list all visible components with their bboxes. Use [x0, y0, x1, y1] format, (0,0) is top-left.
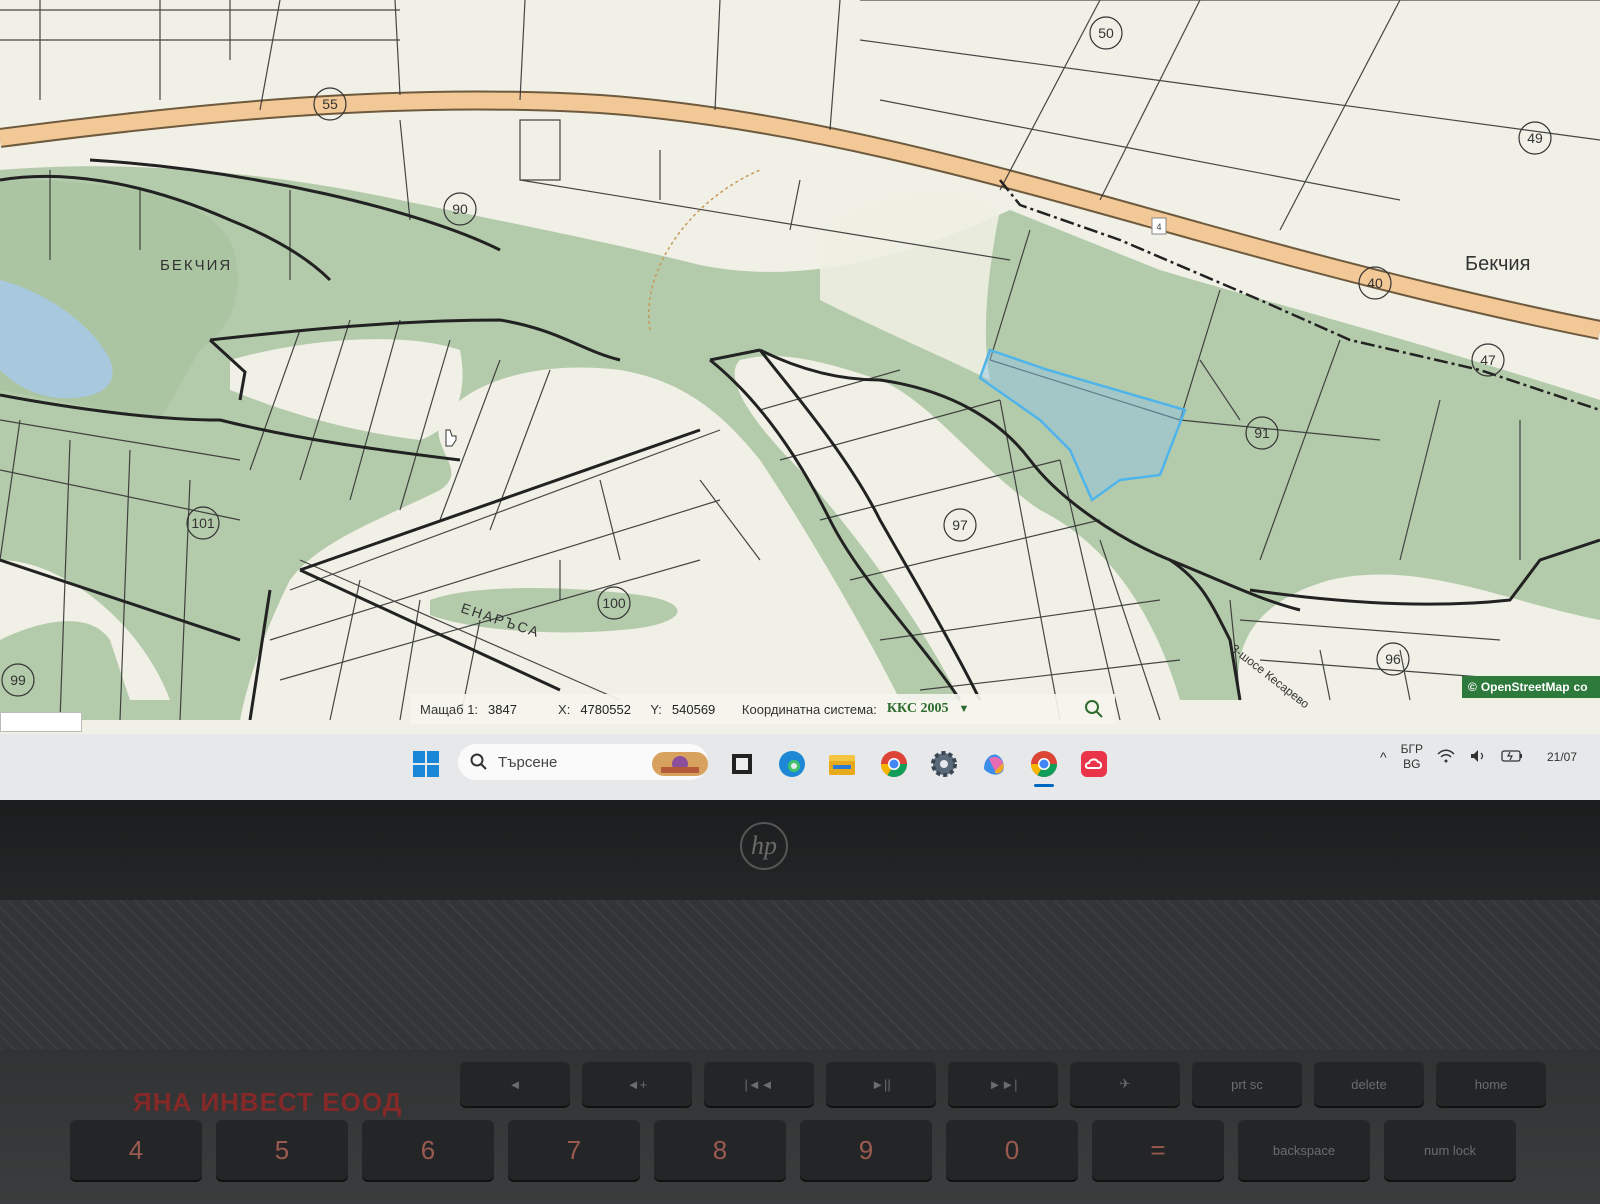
left-input-field[interactable] — [0, 712, 82, 732]
function-key[interactable]: prt sc — [1192, 1062, 1302, 1106]
clock-date[interactable]: 21/07 — [1547, 750, 1577, 764]
copyright-icon: © — [1468, 680, 1477, 694]
map-status-bar: Мащаб 1: 3847 X: 4780552 Y: 540569 Коорд… — [410, 694, 1115, 724]
keyboard: ◄ ◄+ |◄◄ ►|| ►►| ✈ prt sc delete home 4 5 6 7 8 9 0 = bac… — [0, 1060, 1600, 1204]
volume-icon[interactable] — [1469, 749, 1487, 766]
x-coord-label: X: — [558, 701, 571, 717]
svg-text:97: 97 — [952, 517, 968, 533]
number-key[interactable]: 9 — [800, 1120, 932, 1180]
number-key[interactable]: num lock — [1384, 1120, 1516, 1180]
svg-text:91: 91 — [1254, 425, 1270, 441]
search-icon[interactable] — [1083, 698, 1105, 720]
function-key[interactable]: ✈ — [1070, 1062, 1180, 1106]
svg-text:4: 4 — [1156, 222, 1161, 232]
scale-label: Мащаб 1: — [420, 701, 479, 717]
copilot-icon[interactable] — [978, 748, 1010, 780]
function-key[interactable]: |◄◄ — [704, 1062, 814, 1106]
y-coord-label: Y: — [650, 701, 662, 717]
map-label-bekchia-left: БЕКЧИЯ — [160, 257, 232, 274]
keyboard-layout-label: BG — [1403, 757, 1421, 771]
active-app-indicator — [1034, 784, 1054, 787]
osm-attribution[interactable]: © OpenStreetMap co — [1462, 676, 1600, 698]
creative-cloud-icon[interactable] — [1078, 748, 1110, 780]
file-explorer-icon[interactable] — [826, 748, 858, 780]
number-key[interactable]: 6 — [362, 1120, 494, 1180]
number-key[interactable]: 8 — [654, 1120, 786, 1180]
system-tray: ^ БГР BG 21/07 — [1380, 742, 1577, 772]
task-view-icon[interactable] — [726, 748, 758, 780]
osm-attribution-text: OpenStreetMap — [1480, 680, 1570, 694]
function-key[interactable]: home — [1436, 1062, 1546, 1106]
number-key[interactable]: 5 — [216, 1120, 348, 1180]
hp-logo: hp — [740, 822, 788, 870]
y-coord-value: 540569 — [671, 701, 716, 717]
number-key[interactable]: 0 — [946, 1120, 1078, 1180]
speaker-grille — [0, 900, 1600, 1050]
number-key[interactable]: 7 — [508, 1120, 640, 1180]
map-label-bekchia-right: Бекчия — [1465, 253, 1530, 275]
function-key[interactable]: ►►| — [948, 1062, 1058, 1106]
number-key[interactable]: backspace — [1238, 1120, 1370, 1180]
cadastral-map[interactable]: 4 БЕКЧИЯ Бекчия ЕНАРЪСА 3-шосе Кесарево … — [0, 0, 1600, 720]
number-key[interactable]: = — [1092, 1120, 1224, 1180]
function-key[interactable]: delete — [1314, 1062, 1424, 1106]
chrome-icon[interactable] — [878, 748, 910, 780]
taskbar-search-placeholder: Търсене — [498, 753, 558, 771]
chrome-active-icon[interactable] — [1028, 748, 1060, 780]
chevron-down-icon[interactable]: ▼ — [958, 703, 969, 715]
svg-text:55: 55 — [322, 96, 338, 112]
svg-text:47: 47 — [1480, 352, 1496, 368]
svg-text:99: 99 — [10, 672, 26, 688]
language-label: БГР — [1400, 742, 1423, 756]
svg-text:90: 90 — [452, 201, 468, 217]
svg-text:100: 100 — [602, 595, 626, 611]
crs-label: Координатна система: — [741, 701, 877, 717]
language-switcher[interactable]: БГР BG — [1401, 742, 1423, 772]
windows-start-icon[interactable] — [410, 748, 442, 780]
search-highlight-icon[interactable] — [650, 748, 710, 780]
osm-attribution-suffix: co — [1573, 680, 1588, 694]
screen: 4 БЕКЧИЯ Бекчия ЕНАРЪСА 3-шосе Кесарево … — [0, 0, 1600, 800]
svg-text:96: 96 — [1385, 651, 1401, 667]
svg-text:49: 49 — [1527, 130, 1543, 146]
wifi-icon[interactable] — [1437, 749, 1455, 766]
svg-text:40: 40 — [1367, 275, 1383, 291]
edge-browser-icon[interactable] — [776, 748, 808, 780]
scale-value: 3847 — [488, 701, 517, 717]
watermark-text: ЯНА ИНВЕСТ ЕООД — [133, 1087, 403, 1117]
taskbar: Търсене ^ БГР BG 21/07 — [0, 734, 1600, 800]
svg-text:101: 101 — [191, 515, 215, 531]
chevron-up-icon[interactable]: ^ — [1380, 749, 1387, 765]
search-icon — [470, 753, 487, 770]
function-key[interactable]: ►|| — [826, 1062, 936, 1106]
number-key[interactable]: 4 — [70, 1120, 202, 1180]
battery-icon[interactable] — [1501, 749, 1523, 765]
settings-gear-icon[interactable] — [928, 748, 960, 780]
function-key[interactable]: ◄+ — [582, 1062, 692, 1106]
function-key[interactable]: ◄ — [460, 1062, 570, 1106]
x-coord-value: 4780552 — [580, 701, 631, 717]
crs-select[interactable]: ККС 2005 — [887, 701, 949, 717]
svg-text:50: 50 — [1098, 25, 1114, 41]
